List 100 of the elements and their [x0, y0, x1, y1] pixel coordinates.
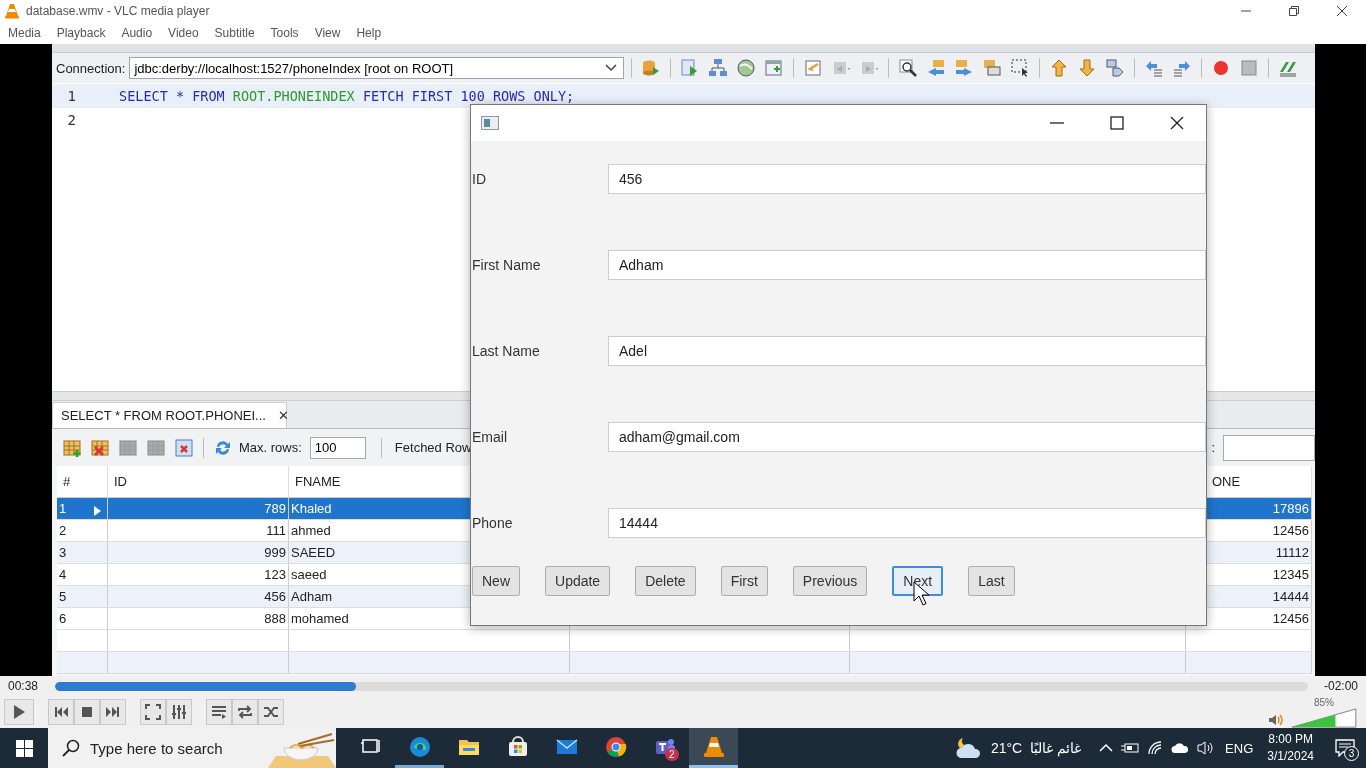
dialog-button[interactable]: Next [892, 566, 944, 596]
table-cell: 17896 [1272, 501, 1309, 516]
previous-button[interactable] [48, 699, 74, 725]
vlc-logo-icon [4, 3, 20, 19]
globe-icon[interactable] [736, 58, 757, 78]
playlist-button[interactable] [206, 699, 232, 725]
language-indicator[interactable]: ENG [1225, 740, 1254, 756]
notification-badge: 2 [665, 748, 679, 761]
text-field[interactable]: 456 [608, 164, 1206, 194]
previous-icon [53, 704, 69, 720]
grid-delete-icon[interactable] [90, 437, 110, 458]
equalizer-button[interactable] [166, 699, 192, 725]
table-cell: 3 [59, 545, 67, 560]
menu-item[interactable]: Video [160, 26, 207, 40]
battery-icon[interactable] [1121, 741, 1140, 755]
network-icon[interactable] [708, 58, 729, 78]
volume-reading: 85% [1314, 696, 1334, 708]
menu-item[interactable]: Playback [48, 26, 114, 40]
layers-icon[interactable] [982, 58, 1003, 78]
next-button[interactable] [100, 699, 126, 725]
cloud-icon[interactable] [1171, 742, 1190, 754]
shuffle-icon [263, 704, 279, 720]
connection-dropdown[interactable]: jdbc:derby://localhost:1527/phoneIndex [root on ROOT] [129, 57, 625, 79]
close-icon[interactable] [1170, 116, 1184, 130]
menu-item[interactable]: View [306, 26, 349, 40]
max-rows-label: Max. rows: [239, 440, 302, 455]
restore-icon[interactable] [1288, 5, 1300, 17]
clock[interactable]: 8:00 PM 3/1/2024 [1267, 731, 1314, 765]
dialog-button[interactable]: New [472, 566, 520, 596]
field-label: Last Name [471, 343, 541, 359]
browser-icon [407, 734, 432, 759]
field-label: Email [471, 429, 508, 445]
table-cell: 12345 [1272, 567, 1309, 582]
close-window-icon[interactable] [174, 437, 194, 458]
column-header[interactable]: # [57, 466, 108, 498]
shift-right-icon[interactable] [1172, 58, 1193, 78]
new-window-icon[interactable] [764, 58, 785, 78]
menu-item[interactable]: Audio [113, 26, 161, 40]
dialog-button[interactable]: Previous [792, 566, 868, 596]
stop-icon [79, 704, 95, 720]
grid-icon[interactable] [118, 437, 138, 458]
grid-add-icon[interactable] [62, 437, 82, 458]
table-cell: 888 [264, 611, 286, 626]
filter-field[interactable] [1223, 434, 1315, 461]
results-tab[interactable]: SELECT * FROM ROOT.PHONEI... ✕ [52, 402, 287, 428]
text-field[interactable]: Adham [608, 250, 1206, 280]
menu-item[interactable]: Media [0, 26, 49, 40]
shapes-icon[interactable] [1105, 58, 1126, 78]
fullscreen-button[interactable] [140, 699, 166, 725]
seek-bar[interactable] [55, 681, 1308, 691]
dialog-button[interactable]: First [720, 566, 768, 596]
play-icon [11, 704, 27, 720]
wifi-icon[interactable] [1147, 740, 1164, 756]
stop-button[interactable] [74, 699, 100, 725]
play-button[interactable] [4, 699, 34, 725]
app-icon [481, 116, 499, 130]
max-rows-field[interactable]: 100 [309, 436, 366, 459]
notification-badge: 3 [1344, 746, 1359, 761]
table-cell: 2 [59, 523, 67, 538]
speaker-icon[interactable] [1197, 740, 1216, 756]
column-header[interactable]: ID [107, 466, 289, 498]
close-icon[interactable]: ✕ [277, 408, 289, 423]
magnifier-icon[interactable] [898, 58, 919, 78]
loop-button[interactable] [232, 699, 258, 725]
windows-icon [15, 739, 33, 757]
shuffle-button[interactable] [258, 699, 284, 725]
menu-item[interactable]: Subtitle [206, 26, 263, 40]
text-field[interactable]: 14444 [608, 508, 1206, 538]
chat-bubble-icon [1335, 739, 1355, 757]
taskbar-app[interactable]: 2 [640, 728, 689, 768]
table-cell: 12456 [1272, 523, 1309, 538]
table-cell: 456 [264, 589, 286, 604]
close-icon[interactable] [1336, 5, 1348, 17]
notifications-button[interactable]: 3 [1330, 733, 1360, 763]
menu-item[interactable]: Help [348, 26, 390, 40]
search-icon [62, 739, 80, 757]
previous-icon[interactable] [926, 58, 947, 78]
menu-item[interactable]: Tools [262, 26, 307, 40]
search-field[interactable]: Type here to search [48, 728, 336, 768]
table-cell: Khaled [291, 501, 332, 516]
maximize-icon[interactable] [1110, 116, 1124, 130]
caret-icon[interactable] [605, 64, 618, 72]
grid-icon[interactable] [146, 437, 166, 458]
table-cell: 999 [264, 545, 286, 560]
dialog-button[interactable]: Last [968, 566, 1015, 596]
table-cell: saeed [291, 567, 327, 582]
dialog-button[interactable]: Delete [635, 566, 696, 596]
loop-icon [237, 704, 253, 720]
table-cell: mohamed [291, 611, 349, 626]
table-cell: 123 [264, 567, 286, 582]
table-cell: 1 [59, 501, 67, 516]
text-field[interactable]: adham@gmail.com [608, 422, 1206, 452]
window-title: database.wmv - VLC media player [26, 4, 211, 18]
table-cell: SAEED [291, 545, 336, 560]
field-label: ID [471, 171, 487, 187]
text-field[interactable]: Adel [608, 336, 1206, 366]
playlist-icon [211, 704, 227, 720]
table-cell: 789 [264, 501, 286, 516]
connection-label: Connection: [56, 60, 126, 76]
dialog-button[interactable]: Update [545, 566, 611, 596]
